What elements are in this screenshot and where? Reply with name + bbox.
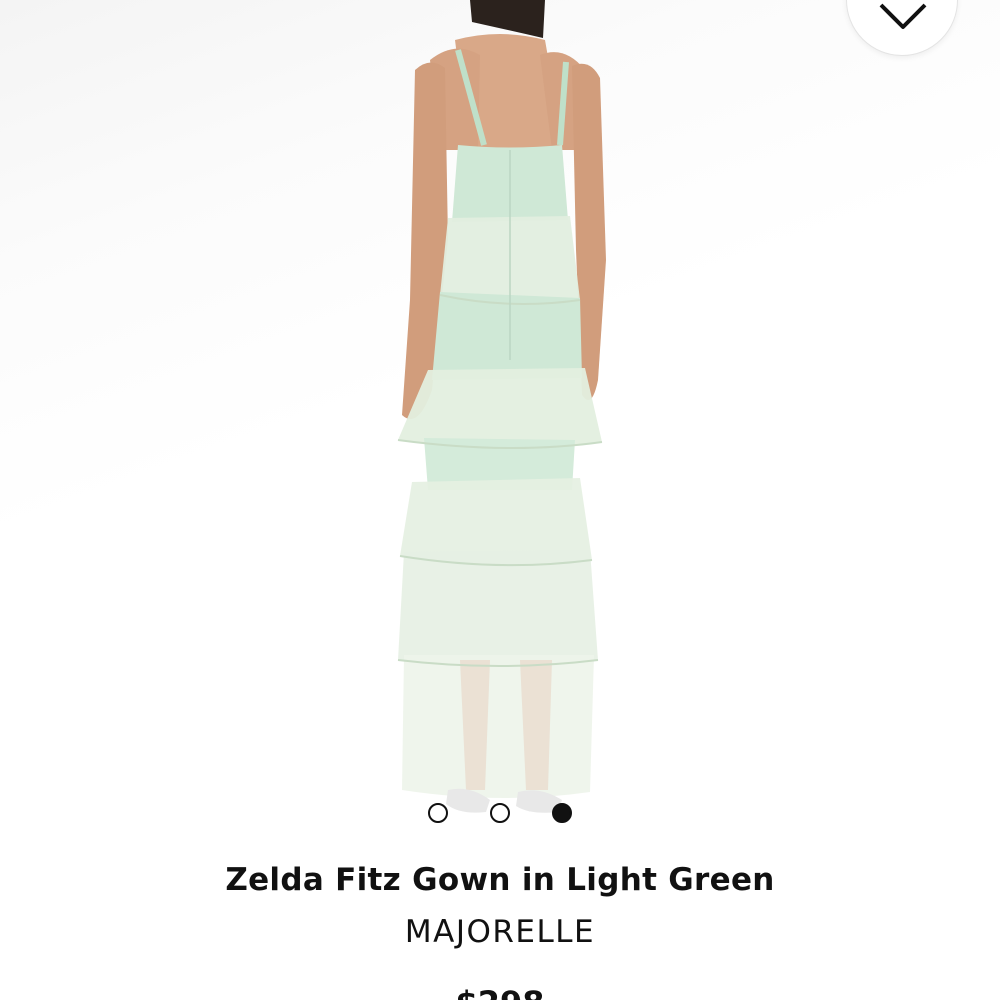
gown-photo (397, 0, 606, 813)
product-brand[interactable]: MAJORELLE (0, 914, 1000, 950)
carousel-dot-3[interactable] (552, 803, 572, 823)
product-page: Zelda Fitz Gown in Light Green MAJORELLE… (0, 0, 1000, 1000)
heart-icon (879, 3, 927, 29)
image-carousel-dots (0, 803, 1000, 825)
carousel-dot-2[interactable] (490, 803, 510, 823)
product-title: Zelda Fitz Gown in Light Green (225, 862, 775, 898)
product-price: $298 (0, 984, 1000, 1000)
carousel-dot-1[interactable] (428, 803, 448, 823)
product-image[interactable] (0, 0, 1000, 840)
